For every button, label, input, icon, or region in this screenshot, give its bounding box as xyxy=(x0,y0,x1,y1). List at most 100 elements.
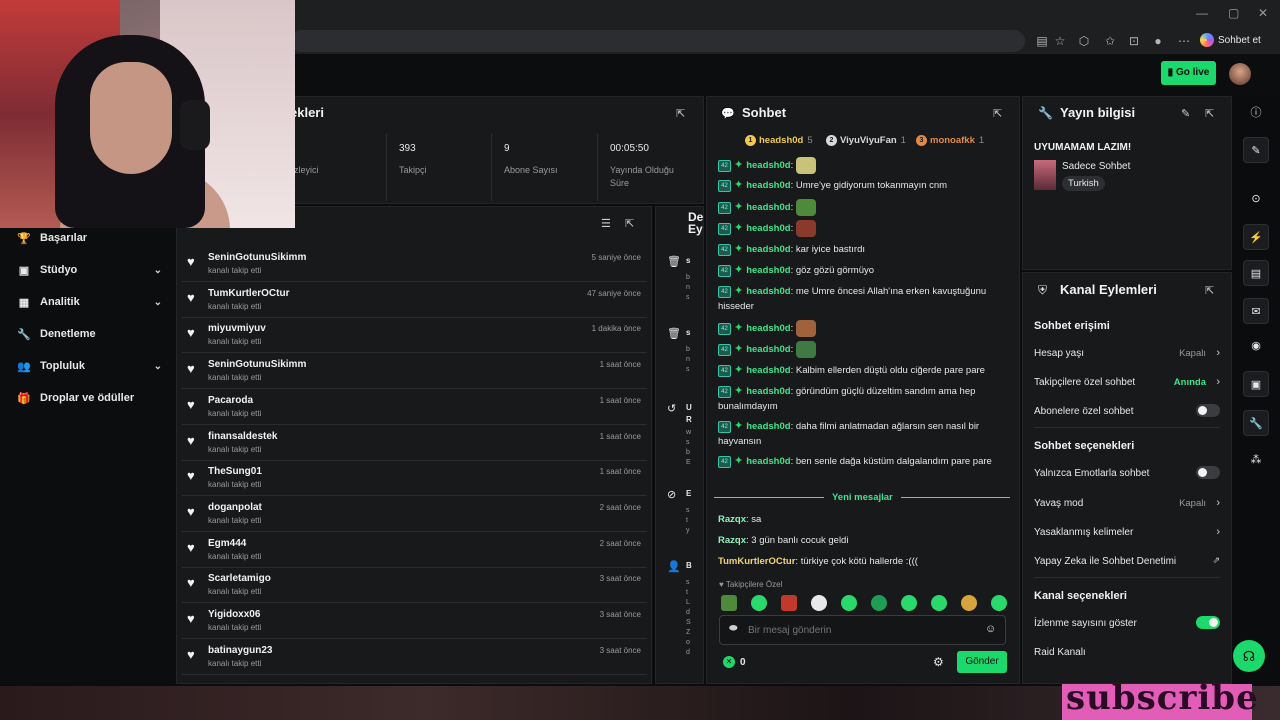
emote-button[interactable] xyxy=(901,595,917,611)
shapes-icon[interactable]: ⁂ xyxy=(1246,450,1266,470)
channel-points-icon[interactable]: ✕ xyxy=(723,656,735,668)
emote-button[interactable] xyxy=(841,595,857,611)
info-icon[interactable]: ⓘ xyxy=(1246,103,1266,123)
feed-username[interactable]: miyuvmiyuv xyxy=(208,323,266,334)
raid-channel-setting[interactable]: Raid Kanalı xyxy=(1034,647,1220,663)
favorites-icon[interactable]: ✩ xyxy=(1102,33,1118,49)
extension-icon[interactable]: ⬡ xyxy=(1076,33,1092,49)
top-chatter[interactable]: 3 monoafkk 1 xyxy=(916,135,984,146)
window-maximize-button[interactable]: ▢ xyxy=(1228,6,1239,20)
screenshot-icon[interactable]: ⊡ xyxy=(1126,33,1142,49)
chat-username[interactable]: Razqx xyxy=(718,535,746,546)
emote-button[interactable] xyxy=(961,595,977,611)
sidebar-item[interactable]: 🎁 Droplar ve ödüller xyxy=(17,388,162,408)
feed-time: 47 saniye önce xyxy=(587,288,641,298)
feed-username[interactable]: batinaygun23 xyxy=(208,645,272,656)
send-button[interactable]: Gönder xyxy=(957,651,1007,673)
chat-username[interactable]: headsh0d xyxy=(746,223,790,234)
edit-icon[interactable]: ✎ xyxy=(1243,137,1269,163)
emote-button[interactable] xyxy=(751,595,767,611)
broadcast-icon[interactable]: ◉ xyxy=(1246,336,1266,356)
feed-username[interactable]: Pacaroda xyxy=(208,395,253,406)
sidebar-item[interactable]: 🏆 Başarılar xyxy=(17,228,162,248)
chat-username[interactable]: headsh0d xyxy=(746,421,790,432)
chat-username[interactable]: headsh0d xyxy=(746,202,790,213)
popout-icon[interactable]: ⇱ xyxy=(993,107,1002,120)
banned-words-setting[interactable]: Yasaklanmış kelimeler › xyxy=(1034,526,1220,543)
feed-username[interactable]: Egm444 xyxy=(208,538,246,549)
emote-only-toggle[interactable] xyxy=(1196,466,1220,479)
emote-button[interactable] xyxy=(991,595,1007,611)
feed-username[interactable]: finansaldestek xyxy=(208,431,277,442)
ai-moderation-setting[interactable]: Yapay Zeka ile Sohbet Denetimi ⇗ xyxy=(1034,555,1220,572)
followers-chat-setting[interactable]: Takipçilere özel sohbet Anında › xyxy=(1034,376,1220,393)
feed-username[interactable]: doganpolat xyxy=(208,502,262,513)
popout-icon[interactable]: ⇱ xyxy=(1205,284,1214,297)
emote-button[interactable] xyxy=(781,595,797,611)
user-avatar[interactable] xyxy=(1229,63,1251,85)
chat-username[interactable]: headsh0d xyxy=(746,265,790,276)
show-viewers-toggle[interactable] xyxy=(1196,616,1220,629)
sidebar-item[interactable]: 🔧 Denetleme xyxy=(17,324,162,344)
window-minimize-button[interactable]: — xyxy=(1196,6,1208,20)
chat-username[interactable]: TumKurtlerOCtur xyxy=(718,556,795,567)
reader-mode-icon[interactable]: ▤ xyxy=(1034,33,1050,49)
top-chatter[interactable]: 1 headsh0d 5 xyxy=(745,135,813,146)
account-age-setting[interactable]: Hesap yaşı Kapalı › xyxy=(1034,347,1220,364)
wrench-icon[interactable]: 🔧 xyxy=(1243,410,1269,436)
feed-username[interactable]: TumKurtlerOCtur xyxy=(208,288,289,299)
emote-button[interactable] xyxy=(811,595,827,611)
feed-username[interactable]: Scarletamigo xyxy=(208,573,271,584)
subs-chat-toggle[interactable] xyxy=(1196,404,1220,417)
slow-mode-setting[interactable]: Yavaş mod Kapalı › xyxy=(1034,497,1220,514)
profile-icon[interactable]: ● xyxy=(1150,33,1166,49)
layout-icon[interactable]: ▣ xyxy=(1243,371,1269,397)
window-close-button[interactable]: ✕ xyxy=(1258,6,1268,20)
favorite-star-icon[interactable]: ☆ xyxy=(1052,33,1068,49)
go-live-button[interactable]: ▮ Go live xyxy=(1161,61,1216,85)
feed-time: 5 saniye önce xyxy=(591,253,641,262)
feed-username[interactable]: SeninGotunuSikimm xyxy=(208,359,306,370)
feed-row: ♥ TumKurtlerOCtur kanalı takip etti 47 sani… xyxy=(182,283,647,318)
more-icon[interactable]: ⋯ xyxy=(1176,33,1192,49)
copilot-chat-button[interactable]: Sohbet et xyxy=(1200,32,1261,50)
sidebar-item[interactable]: 👥 Topluluk ⌄ xyxy=(17,356,162,376)
popout-icon[interactable]: ⇱ xyxy=(1205,107,1214,120)
feed-username[interactable]: TheSung01 xyxy=(208,466,262,477)
popout-icon[interactable]: ⇱ xyxy=(625,217,634,230)
support-chat-button[interactable]: ☊ xyxy=(1233,640,1265,672)
chat-bubble-icon[interactable]: ✉ xyxy=(1243,298,1269,324)
chat-username[interactable]: headsh0d xyxy=(746,386,790,397)
emoji-picker-icon[interactable]: ☺ xyxy=(985,623,996,635)
sidebar-item[interactable]: ▦ Analitik ⌄ xyxy=(17,292,162,312)
chat-username[interactable]: headsh0d xyxy=(746,456,790,467)
top-chatter[interactable]: 2 ViyuViyuFan 1 xyxy=(826,135,906,146)
chat-message-input[interactable] xyxy=(748,620,968,640)
chevron-down-icon[interactable]: ⌄ xyxy=(154,297,162,308)
chat-settings-icon[interactable]: ⚙ xyxy=(933,655,944,669)
edit-icon[interactable]: ✎ xyxy=(1181,107,1190,120)
address-bar[interactable] xyxy=(290,30,1025,52)
chat-username[interactable]: headsh0d xyxy=(746,160,790,171)
document-icon[interactable]: ▤ xyxy=(1243,260,1269,286)
chat-username[interactable]: headsh0d xyxy=(746,244,790,255)
chat-username[interactable]: headsh0d xyxy=(746,344,790,355)
capture-icon[interactable]: ⊙ xyxy=(1246,189,1266,209)
emote-button[interactable] xyxy=(721,595,737,611)
sidebar-item[interactable]: ▣ Stüdyo ⌄ xyxy=(17,260,162,280)
chat-username[interactable]: headsh0d xyxy=(746,365,790,376)
feed-username[interactable]: Yigidoxx06 xyxy=(208,609,260,620)
feed-username[interactable]: SeninGotunuSikimm xyxy=(208,252,306,263)
filter-icon[interactable]: ☰ xyxy=(601,217,611,230)
chat-username[interactable]: Razqx xyxy=(718,514,746,525)
emote-button[interactable] xyxy=(871,595,887,611)
popout-icon[interactable]: ⇱ xyxy=(676,107,685,120)
chat-text: sa xyxy=(751,514,762,525)
chat-username[interactable]: headsh0d xyxy=(746,180,790,191)
chevron-down-icon[interactable]: ⌄ xyxy=(154,361,162,372)
chat-username[interactable]: headsh0d xyxy=(746,323,790,334)
emote-button[interactable] xyxy=(931,595,947,611)
chat-username[interactable]: headsh0d xyxy=(746,286,790,297)
bolt-icon[interactable]: ⚡ xyxy=(1243,224,1269,250)
chevron-down-icon[interactable]: ⌄ xyxy=(154,265,162,276)
